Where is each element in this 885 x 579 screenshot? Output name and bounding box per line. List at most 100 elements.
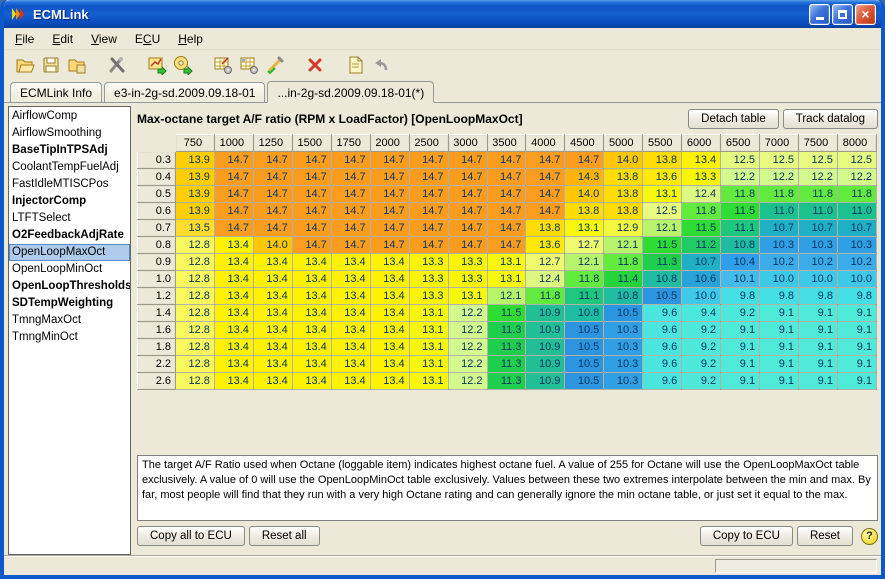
menu-file[interactable]: File xyxy=(6,29,43,49)
table-cell[interactable]: 12.5 xyxy=(721,152,760,169)
table-cell[interactable]: 13.4 xyxy=(331,322,370,339)
table-cell[interactable]: 13.5 xyxy=(176,220,215,237)
undo-icon[interactable] xyxy=(368,53,394,77)
rpm-column-header[interactable]: 5000 xyxy=(604,135,643,152)
load-row-header[interactable]: 0.9 xyxy=(138,254,176,271)
table-cell[interactable]: 13.3 xyxy=(448,271,487,288)
table-cell[interactable]: 9.1 xyxy=(837,305,876,322)
table-cell[interactable]: 13.4 xyxy=(370,322,409,339)
sidebar-item-TmngMinOct[interactable]: TmngMinOct xyxy=(9,329,130,346)
table-cell[interactable]: 9.6 xyxy=(643,339,682,356)
table-cell[interactable]: 12.8 xyxy=(176,373,215,390)
table-cell[interactable]: 10.0 xyxy=(760,271,799,288)
table-cell[interactable]: 12.8 xyxy=(176,322,215,339)
table-cell[interactable]: 9.8 xyxy=(760,288,799,305)
table-cell[interactable]: 13.4 xyxy=(292,271,331,288)
table-cell[interactable]: 12.5 xyxy=(837,152,876,169)
save-as-icon[interactable] xyxy=(64,53,90,77)
table-cell[interactable]: 14.0 xyxy=(604,152,643,169)
table-cell[interactable]: 14.7 xyxy=(409,169,448,186)
table-cell[interactable]: 10.3 xyxy=(604,339,643,356)
table-cell[interactable]: 10.3 xyxy=(604,356,643,373)
table-cell[interactable]: 10.4 xyxy=(721,254,760,271)
table-cell[interactable]: 13.4 xyxy=(214,322,253,339)
table-cell[interactable]: 10.3 xyxy=(799,237,838,254)
load-row-header[interactable]: 1.2 xyxy=(138,288,176,305)
rpm-column-header[interactable]: 5500 xyxy=(643,135,682,152)
table-cell[interactable]: 12.8 xyxy=(176,356,215,373)
table-cell[interactable]: 13.1 xyxy=(487,254,526,271)
table-cell[interactable]: 13.4 xyxy=(292,373,331,390)
table-cell[interactable]: 10.9 xyxy=(526,339,565,356)
table-cell[interactable]: 10.0 xyxy=(799,271,838,288)
table-cell[interactable]: 13.1 xyxy=(487,271,526,288)
table-cell[interactable]: 14.7 xyxy=(214,220,253,237)
table-cell[interactable]: 14.7 xyxy=(487,203,526,220)
table-cell[interactable]: 13.4 xyxy=(331,339,370,356)
table-cell[interactable]: 13.4 xyxy=(331,288,370,305)
load-row-header[interactable]: 2.6 xyxy=(138,373,176,390)
table-cell[interactable]: 12.2 xyxy=(448,305,487,322)
table-cell[interactable]: 13.6 xyxy=(526,237,565,254)
load-row-header[interactable]: 0.7 xyxy=(138,220,176,237)
table-cell[interactable]: 9.1 xyxy=(721,356,760,373)
table-cell[interactable]: 14.7 xyxy=(253,186,292,203)
load-row-header[interactable]: 2.2 xyxy=(138,356,176,373)
table-cell[interactable]: 13.4 xyxy=(253,254,292,271)
track-datalog-button[interactable]: Track datalog xyxy=(783,109,878,129)
table-cell[interactable]: 13.4 xyxy=(253,305,292,322)
table-cell[interactable]: 10.2 xyxy=(799,254,838,271)
table-cell[interactable]: 13.8 xyxy=(526,220,565,237)
table-cell[interactable]: 12.1 xyxy=(565,254,604,271)
table-cell[interactable]: 10.9 xyxy=(526,356,565,373)
table-cell[interactable]: 12.2 xyxy=(448,322,487,339)
delete-icon[interactable] xyxy=(302,53,328,77)
table-cell[interactable]: 12.2 xyxy=(799,169,838,186)
table-cell[interactable]: 9.8 xyxy=(837,288,876,305)
table-cell[interactable]: 13.4 xyxy=(214,254,253,271)
load-row-header[interactable]: 0.8 xyxy=(138,237,176,254)
table-cell[interactable]: 13.4 xyxy=(292,288,331,305)
table-cell[interactable]: 11.0 xyxy=(760,203,799,220)
table-cell[interactable]: 13.9 xyxy=(176,203,215,220)
maximize-button[interactable] xyxy=(832,4,853,25)
table-cell[interactable]: 13.6 xyxy=(643,169,682,186)
table-cell[interactable]: 11.8 xyxy=(837,186,876,203)
table-cell[interactable]: 9.1 xyxy=(799,356,838,373)
load-row-header[interactable]: 0.5 xyxy=(138,186,176,203)
table-cell[interactable]: 14.7 xyxy=(292,169,331,186)
table-cell[interactable]: 12.7 xyxy=(565,237,604,254)
table-cell[interactable]: 11.4 xyxy=(604,271,643,288)
menu-help[interactable]: Help xyxy=(169,29,212,49)
table-cell[interactable]: 11.1 xyxy=(721,220,760,237)
table-cell[interactable]: 14.7 xyxy=(409,220,448,237)
rpm-column-header[interactable]: 1500 xyxy=(292,135,331,152)
rpm-column-header[interactable]: 7500 xyxy=(799,135,838,152)
table-cell[interactable]: 11.8 xyxy=(682,203,721,220)
table-cell[interactable]: 13.4 xyxy=(253,322,292,339)
table-cell[interactable]: 12.2 xyxy=(760,169,799,186)
note-icon[interactable] xyxy=(342,53,368,77)
reset-all-button[interactable]: Reset all xyxy=(249,526,320,546)
rpm-column-header[interactable]: 6000 xyxy=(682,135,721,152)
table-cell[interactable]: 9.1 xyxy=(760,373,799,390)
rpm-column-header[interactable]: 4500 xyxy=(565,135,604,152)
table-cell[interactable]: 10.2 xyxy=(760,254,799,271)
table-cell[interactable]: 13.4 xyxy=(214,237,253,254)
table-cell[interactable]: 10.8 xyxy=(565,305,604,322)
table-cell[interactable]: 12.4 xyxy=(526,271,565,288)
table-cell[interactable]: 11.5 xyxy=(487,305,526,322)
table-cell[interactable]: 10.8 xyxy=(721,237,760,254)
table-cell[interactable]: 14.7 xyxy=(331,169,370,186)
table-cell[interactable]: 12.5 xyxy=(643,203,682,220)
table-cell[interactable]: 12.1 xyxy=(643,220,682,237)
table-cell[interactable]: 9.1 xyxy=(799,339,838,356)
table-cell[interactable]: 10.3 xyxy=(604,373,643,390)
table-cell[interactable]: 9.4 xyxy=(682,305,721,322)
table-cell[interactable]: 13.4 xyxy=(214,305,253,322)
help-button[interactable]: ? xyxy=(861,528,878,545)
sidebar-item-OpenLoopThresholds[interactable]: OpenLoopThresholds xyxy=(9,278,130,295)
table-cell[interactable]: 14.7 xyxy=(331,203,370,220)
table-cell[interactable]: 13.9 xyxy=(176,186,215,203)
table-cell[interactable]: 14.0 xyxy=(565,186,604,203)
